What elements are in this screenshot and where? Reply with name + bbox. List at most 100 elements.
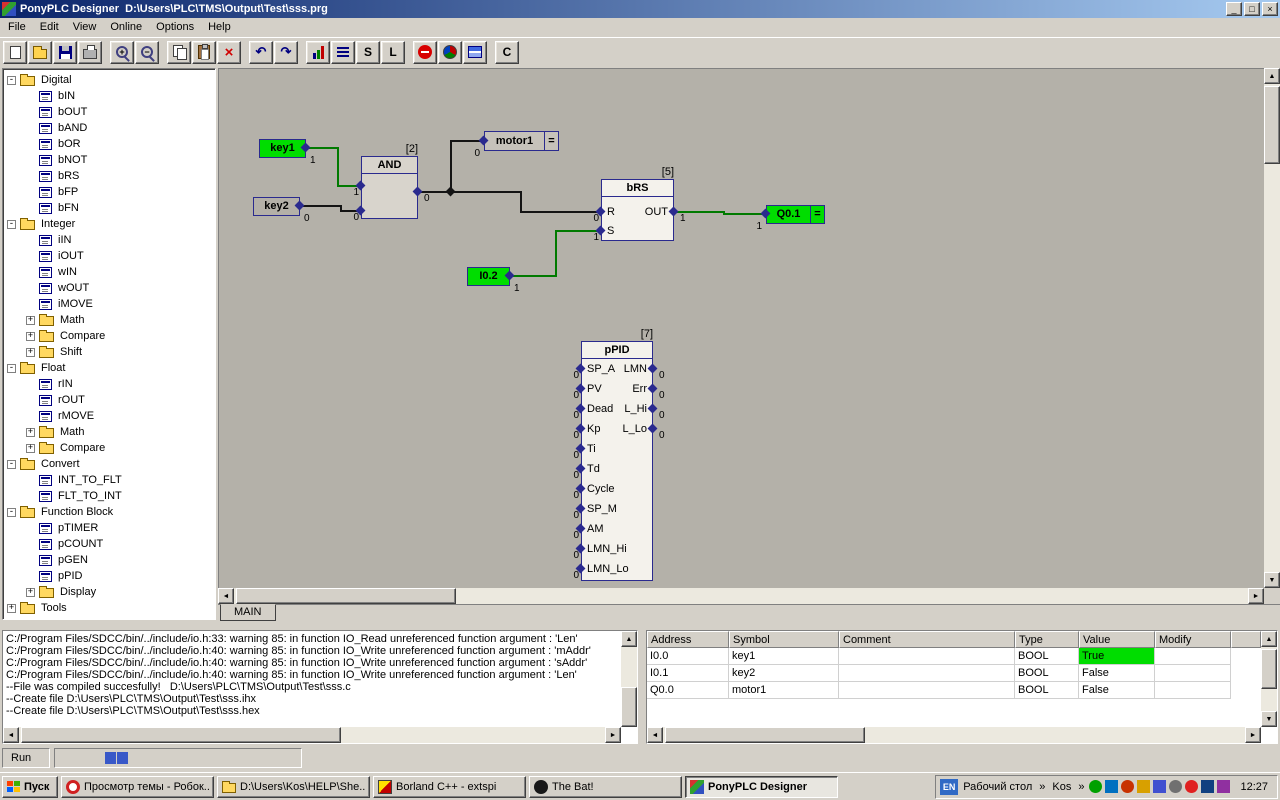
canvas-hscroll-thumb[interactable] (236, 588, 456, 604)
menu-online[interactable]: Online (103, 19, 149, 36)
tree-item-bor[interactable]: bOR (3, 136, 215, 152)
tree-item-pcount[interactable]: pCOUNT (3, 536, 215, 552)
close-button[interactable]: × (1262, 2, 1278, 16)
fbd-canvas[interactable]: key11key20motor1=0Q0.1=1I0.21AND[2]100bR… (218, 68, 1264, 588)
tray-icon-8[interactable] (1201, 780, 1214, 793)
tree-item-math[interactable]: +Math (3, 424, 215, 440)
canvas-vscroll-track[interactable] (1264, 84, 1280, 572)
column-header-value[interactable]: Value (1079, 631, 1155, 648)
taskbar-task-the-bat[interactable]: The Bat! (529, 776, 682, 798)
tray-icon-4[interactable] (1137, 780, 1150, 793)
block-and[interactable]: AND[2] (361, 156, 418, 219)
tree-item-pgen[interactable]: pGEN (3, 552, 215, 568)
log-vscroll-up-arrow[interactable]: ▲ (621, 631, 637, 647)
taskbar-task-d-users-kos-help-she[interactable]: D:\Users\Kos\HELP\She... (217, 776, 370, 798)
minimize-button[interactable]: _ (1226, 2, 1242, 16)
menu-options[interactable]: Options (149, 19, 201, 36)
cell-symbol[interactable]: key1 (729, 648, 839, 665)
wire-3[interactable] (451, 192, 598, 212)
watch-hscroll[interactable]: ◄► (647, 727, 1261, 743)
tray-icon-5[interactable] (1153, 780, 1166, 793)
tree-item-rout[interactable]: rOUT (3, 392, 215, 408)
canvas-vscroll-up-arrow[interactable]: ▲ (1264, 68, 1280, 84)
column-header-address[interactable]: Address (647, 631, 729, 648)
tree-item-bout[interactable]: bOUT (3, 104, 215, 120)
tray-icon-1[interactable] (1089, 780, 1102, 793)
canvas-vscroll-down-arrow[interactable]: ▼ (1264, 572, 1280, 588)
tree-item-bfn[interactable]: bFN (3, 200, 215, 216)
toolbar-paste-button[interactable] (192, 41, 216, 64)
cell-value[interactable]: False (1079, 682, 1155, 699)
cell-type[interactable]: BOOL (1015, 682, 1079, 699)
io-box-key2[interactable]: key2 (253, 197, 300, 216)
tree-item-iin[interactable]: iIN (3, 232, 215, 248)
tree-item-shift[interactable]: +Shift (3, 344, 215, 360)
canvas-hscroll-right-arrow[interactable]: ► (1248, 588, 1264, 604)
language-indicator[interactable]: EN (940, 779, 958, 795)
tree-item-convert[interactable]: -Convert (3, 456, 215, 472)
menu-edit[interactable]: Edit (33, 19, 66, 36)
toolbar-list-button[interactable] (331, 41, 355, 64)
tree-item-iout[interactable]: iOUT (3, 248, 215, 264)
cell-symbol[interactable]: key2 (729, 665, 839, 682)
log-vscroll[interactable]: ▲▼ (621, 631, 637, 727)
tree-item-ppid[interactable]: pPID (3, 568, 215, 584)
toolbar-copy-button[interactable] (167, 41, 191, 64)
toolbar-stop-button[interactable] (413, 41, 437, 64)
taskbar-task-ponyplc-designer[interactable]: PonyPLC Designer (685, 776, 838, 798)
tree-item-rin[interactable]: rIN (3, 376, 215, 392)
tree-item-flt-to-int[interactable]: FLT_TO_INT (3, 488, 215, 504)
toolbar-c-code-button[interactable]: C (495, 41, 519, 64)
tray-icon-7[interactable] (1185, 780, 1198, 793)
canvas-hscroll[interactable]: ◄► (218, 588, 1264, 604)
tree-item-win[interactable]: wIN (3, 264, 215, 280)
canvas-vscroll[interactable]: ▲▼ (1264, 68, 1280, 588)
cell-address[interactable]: I0.1 (647, 665, 729, 682)
tree-item-float[interactable]: -Float (3, 360, 215, 376)
log-hscroll-left-arrow[interactable]: ◄ (3, 727, 19, 743)
tree-collapse-icon[interactable]: - (7, 508, 16, 517)
canvas-hscroll-left-arrow[interactable]: ◄ (218, 588, 234, 604)
watch-vscroll[interactable]: ▲▼ (1261, 631, 1277, 727)
app-icon[interactable] (2, 2, 16, 16)
column-header-modify[interactable]: Modify (1155, 631, 1231, 648)
watch-vscroll-up-arrow[interactable]: ▲ (1261, 631, 1277, 647)
maximize-button[interactable]: □ (1244, 2, 1260, 16)
watch-hscroll-track[interactable] (663, 727, 1245, 743)
wire-1[interactable] (300, 206, 358, 211)
wire-5[interactable] (677, 212, 763, 214)
toolbar-watch-button[interactable] (463, 41, 487, 64)
tree-item-compare[interactable]: +Compare (3, 328, 215, 344)
canvas-hscroll-track[interactable] (234, 588, 1248, 604)
watch-vscroll-thumb[interactable] (1261, 649, 1277, 689)
tree-item-display[interactable]: +Display (3, 584, 215, 600)
log-hscroll-track[interactable] (19, 727, 605, 743)
toolbar-simulate-button[interactable]: S (356, 41, 380, 64)
cell-type[interactable]: BOOL (1015, 665, 1079, 682)
tree-collapse-icon[interactable]: - (7, 76, 16, 85)
log-vscroll-track[interactable] (621, 647, 637, 711)
log-hscroll-right-arrow[interactable]: ► (605, 727, 621, 743)
tree-expand-icon[interactable]: + (7, 604, 16, 613)
tree-expand-icon[interactable]: + (26, 444, 35, 453)
tree-collapse-icon[interactable]: - (7, 460, 16, 469)
block-brs[interactable]: bRS[5]RSOUT (601, 179, 674, 241)
toolbar-undo-button[interactable]: ↶ (249, 41, 273, 64)
tray-icon-9[interactable] (1217, 780, 1230, 793)
watch-hscroll-thumb[interactable] (665, 727, 865, 743)
toolbar-zoom-out-button[interactable]: − (135, 41, 159, 64)
toolbar-link-button[interactable]: L (381, 41, 405, 64)
toolbar-save-button[interactable] (53, 41, 77, 64)
tree-item-ptimer[interactable]: pTIMER (3, 520, 215, 536)
cell-modify[interactable] (1155, 682, 1231, 699)
toolbar-zoom-in-button[interactable]: + (110, 41, 134, 64)
toolbar-open-button[interactable] (28, 41, 52, 64)
tab-main[interactable]: MAIN (220, 604, 276, 621)
tree-item-band[interactable]: bAND (3, 120, 215, 136)
tree-item-wout[interactable]: wOUT (3, 280, 215, 296)
taskbar-clock[interactable]: 12:27 (1233, 781, 1273, 793)
io-box-i0-2[interactable]: I0.2 (467, 267, 510, 286)
cell-comment[interactable] (839, 682, 1015, 699)
start-button[interactable]: Пуск (2, 776, 58, 798)
io-box-q0-1[interactable]: Q0.1 (766, 205, 811, 224)
